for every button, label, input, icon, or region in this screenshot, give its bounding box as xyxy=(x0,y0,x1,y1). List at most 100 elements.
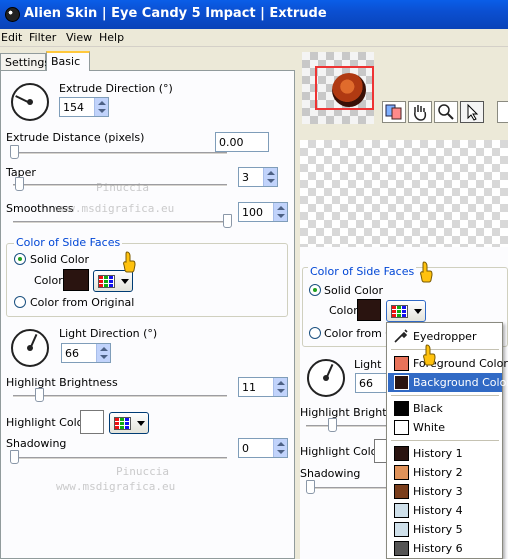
background-swatch xyxy=(394,375,409,390)
inset-palette-button[interactable] xyxy=(386,300,426,322)
inset-original-radio[interactable] xyxy=(309,327,321,339)
side-color-swatch[interactable] xyxy=(63,269,89,291)
smoothness-input[interactable]: 100 xyxy=(238,202,288,222)
shadowing-value: 0 xyxy=(242,442,249,455)
dropdown-arrow-icon xyxy=(121,279,129,284)
hand-pointer-icon xyxy=(423,344,436,366)
watermark-name-2: Pinuccia xyxy=(116,465,169,478)
spin-arrows[interactable] xyxy=(273,378,287,396)
navigator-frame[interactable] xyxy=(315,66,374,110)
eyedropper-item[interactable]: Eyedropper xyxy=(388,327,502,346)
palette-grid-icon xyxy=(391,305,408,318)
spin-arrows[interactable] xyxy=(263,168,277,186)
shadowing-input[interactable]: 0 xyxy=(238,438,288,458)
dropdown-arrow-icon xyxy=(414,309,422,314)
dial-hub xyxy=(27,99,33,105)
smoothness-slider[interactable] xyxy=(13,221,227,224)
color-from-original-label: Color from Original xyxy=(30,296,135,309)
taper-value: 3 xyxy=(242,171,249,184)
taper-input[interactable]: 3 xyxy=(238,167,278,187)
color-from-original-radio[interactable] xyxy=(14,296,26,308)
compare-tool-button[interactable] xyxy=(382,101,406,123)
inset-light-dial[interactable] xyxy=(307,359,345,397)
zoom-tool-button[interactable] xyxy=(434,101,458,123)
inset-side-faces-title: Color of Side Faces xyxy=(308,265,417,278)
hand-tool-button[interactable] xyxy=(408,101,432,123)
white-item[interactable]: White xyxy=(388,418,502,437)
palette-grid-icon xyxy=(98,275,115,288)
inset-highlight-thumb[interactable] xyxy=(328,418,337,432)
extrude-distance-slider[interactable] xyxy=(13,152,227,155)
highlight-brightness-thumb[interactable] xyxy=(35,388,44,402)
color-palette-button[interactable] xyxy=(93,270,133,292)
dropdown-arrow-icon xyxy=(137,421,145,426)
watermark-url-2: www.msdigrafica.eu xyxy=(56,480,176,493)
menu-bar: Edit Filter View Help xyxy=(0,29,508,47)
hand-pointer-icon xyxy=(420,261,433,283)
history-3-item[interactable]: History 3 xyxy=(388,482,502,501)
compare-icon xyxy=(385,104,402,120)
window-title: Alien Skin | Eye Candy 5 Impact | Extrud… xyxy=(24,6,327,21)
highlight-brightness-slider[interactable] xyxy=(13,395,227,398)
extrude-distance-input[interactable]: 0.00 xyxy=(215,132,269,152)
white-label: White xyxy=(413,421,445,434)
black-item[interactable]: Black xyxy=(388,399,502,418)
tab-settings[interactable]: Settings xyxy=(0,53,50,71)
foreground-swatch xyxy=(394,356,409,371)
history-4-item[interactable]: History 4 xyxy=(388,501,502,520)
highlight-brightness-value: 11 xyxy=(242,381,256,394)
foreground-color-item[interactable]: Foreground Color xyxy=(388,354,508,373)
history-5-swatch xyxy=(394,522,409,537)
inset-solid-color-label: Solid Color xyxy=(324,284,384,297)
spin-arrows[interactable] xyxy=(273,203,287,221)
shadowing-thumb[interactable] xyxy=(10,450,19,464)
extrude-direction-dial[interactable] xyxy=(11,83,49,121)
select-tool-button[interactable] xyxy=(460,101,484,123)
background-color-item[interactable]: Background Color xyxy=(388,373,508,392)
light-direction-dial[interactable] xyxy=(11,329,49,367)
extrude-distance-thumb[interactable] xyxy=(10,145,19,159)
color-label: Color xyxy=(34,274,63,287)
smoothness-value: 100 xyxy=(242,206,263,219)
extrude-direction-input[interactable]: 154 xyxy=(59,97,109,117)
dial-hub xyxy=(323,375,329,381)
spin-arrows[interactable] xyxy=(94,98,108,116)
history-2-item[interactable]: History 2 xyxy=(388,463,502,482)
history-1-item[interactable]: History 1 xyxy=(388,444,502,463)
highlight-brightness-label: Highlight Brightness xyxy=(6,376,118,389)
menu-view[interactable]: View xyxy=(66,31,92,44)
solid-color-radio[interactable] xyxy=(14,253,26,265)
menu-filter[interactable]: Filter xyxy=(29,31,56,44)
highlight-brightness-input[interactable]: 11 xyxy=(238,377,288,397)
history-6-item[interactable]: History 6 xyxy=(388,539,502,558)
tool-button-overflow[interactable] xyxy=(497,101,508,123)
hand-icon xyxy=(414,105,427,121)
light-direction-input[interactable]: 66 xyxy=(61,343,111,363)
menu-edit[interactable]: Edit xyxy=(1,31,22,44)
inset-shadowing-thumb[interactable] xyxy=(306,480,315,494)
tab-basic[interactable]: Basic xyxy=(46,51,90,71)
spin-arrows[interactable] xyxy=(273,439,287,457)
inset-shadowing-slider[interactable] xyxy=(306,487,396,490)
spin-arrows[interactable] xyxy=(96,344,110,362)
inset-solid-color-radio[interactable] xyxy=(309,284,321,296)
inset-color-swatch[interactable] xyxy=(357,299,381,321)
menu-help[interactable]: Help xyxy=(99,31,124,44)
shadowing-slider[interactable] xyxy=(13,457,227,460)
menu-separator xyxy=(391,440,499,441)
smoothness-thumb[interactable] xyxy=(223,214,232,228)
eyedropper-label: Eyedropper xyxy=(413,330,477,343)
app-icon[interactable] xyxy=(5,7,20,22)
history-5-item[interactable]: History 5 xyxy=(388,520,502,539)
inset-highlight-slider[interactable] xyxy=(306,425,396,428)
light-direction-value: 66 xyxy=(65,347,79,360)
taper-thumb[interactable] xyxy=(15,177,24,191)
title-bar: Alien Skin | Eye Candy 5 Impact | Extrud… xyxy=(0,0,508,29)
watermark-url: www.msdigrafica.eu xyxy=(55,202,175,215)
inset-shadowing-label: Shadowing xyxy=(300,467,361,480)
palette-grid-icon xyxy=(114,417,131,430)
arrow-pointer-icon xyxy=(467,103,479,121)
highlight-palette-button[interactable] xyxy=(109,412,149,434)
highlight-color-swatch[interactable] xyxy=(80,410,104,434)
highlight-color-label: Highlight Color xyxy=(6,416,88,429)
